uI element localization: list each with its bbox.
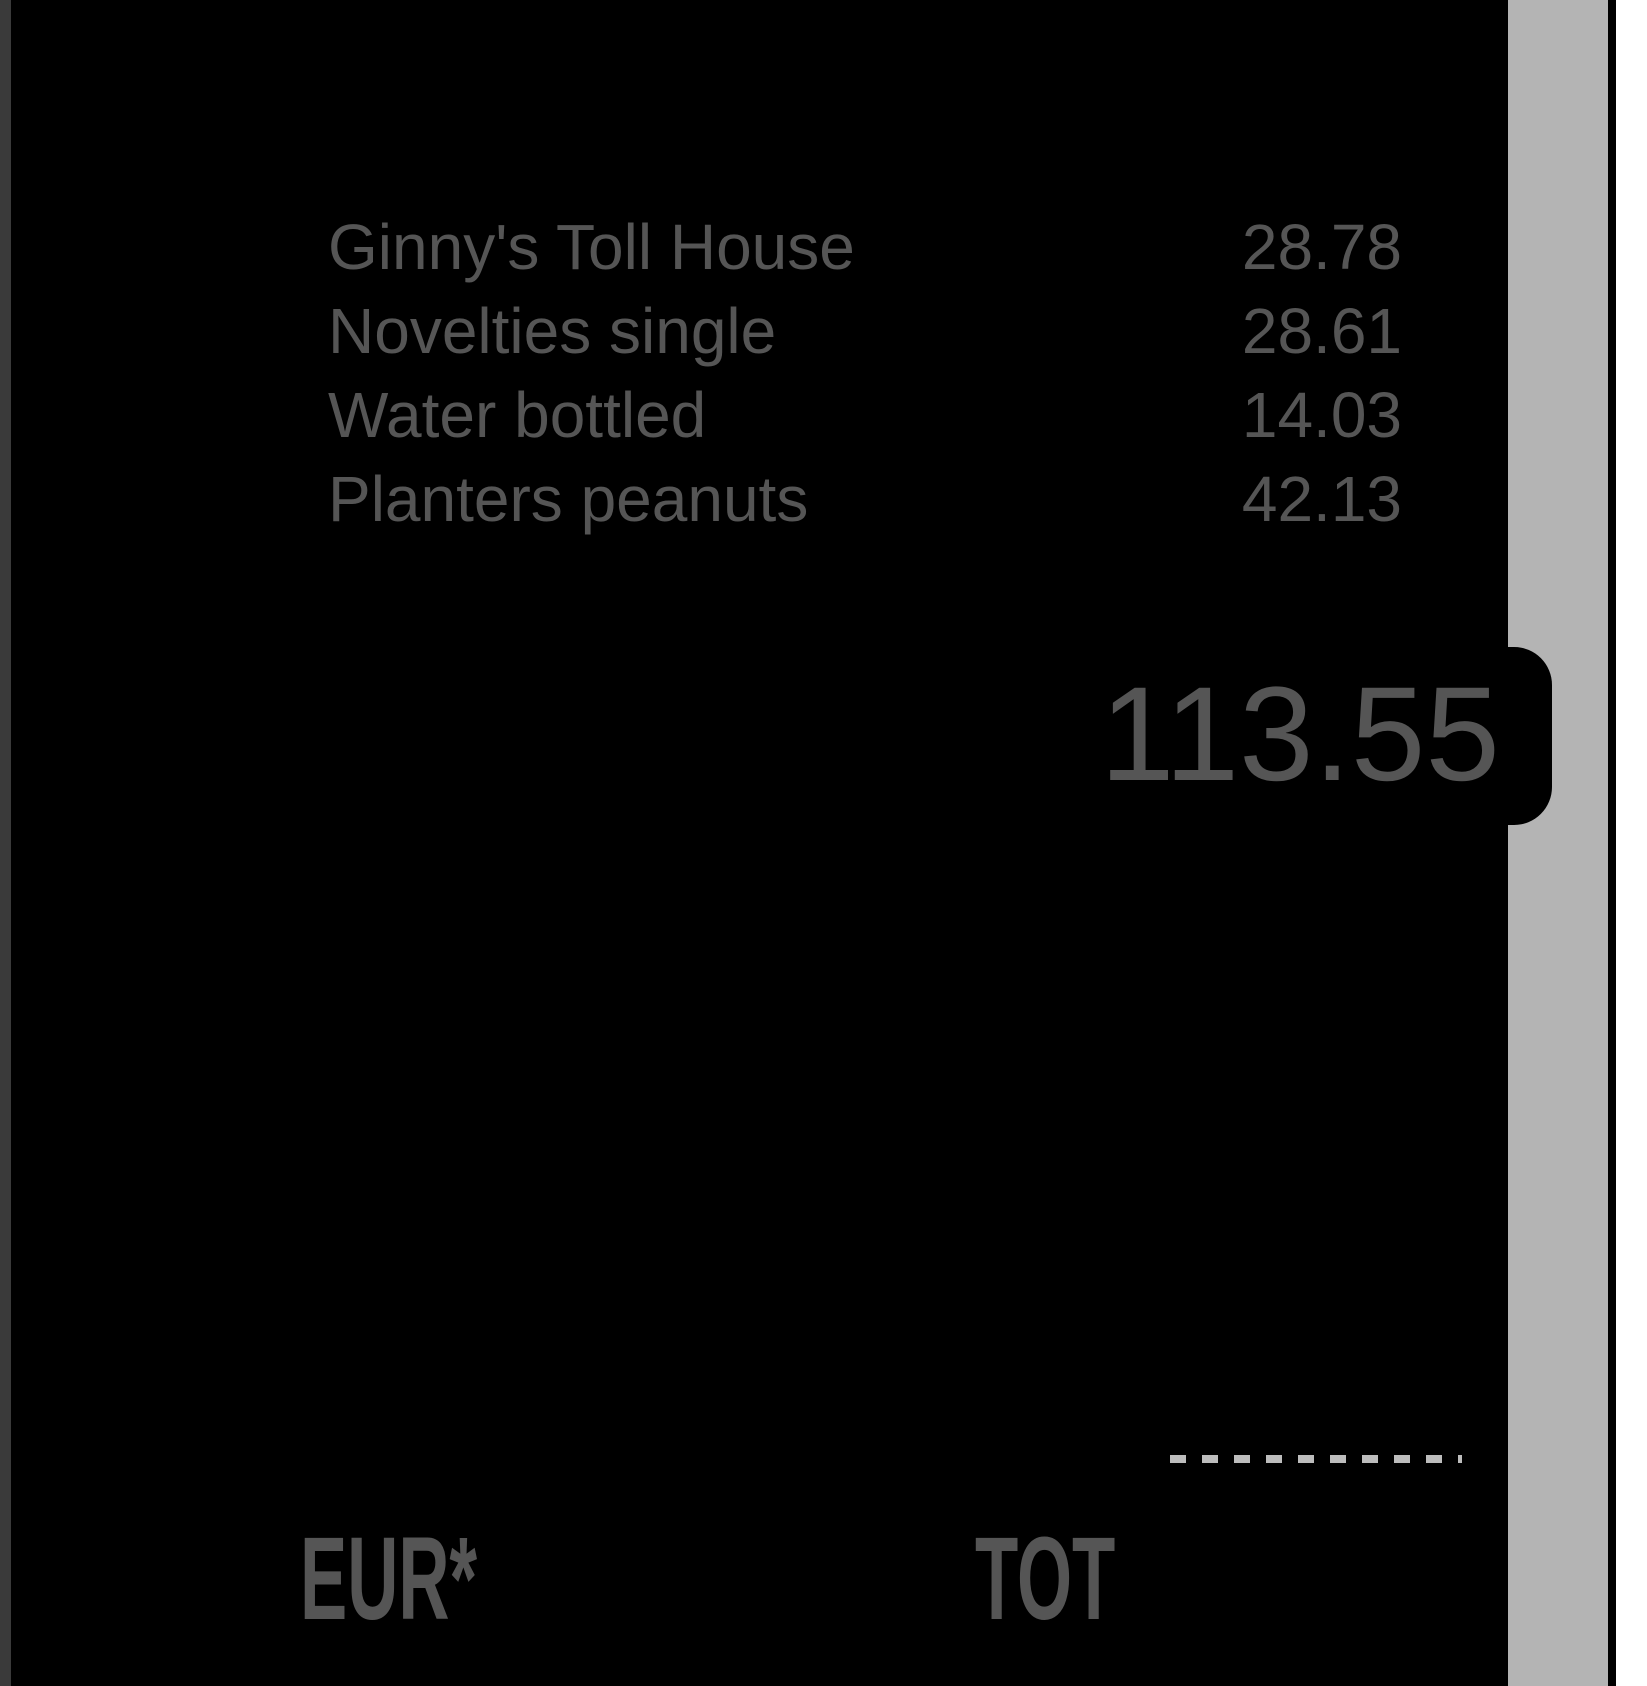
list-item: Planters peanuts 42.13 xyxy=(328,457,1402,541)
currency-label: EUR* xyxy=(300,1513,478,1645)
item-name: Planters peanuts xyxy=(328,463,809,535)
receipt-page: Ginny's Toll House 28.78 Novelties singl… xyxy=(0,0,1647,1686)
left-edge xyxy=(0,0,11,1686)
paper-edge-shadow xyxy=(1608,0,1616,1686)
item-name: Water bottled xyxy=(328,379,707,451)
item-price: 14.03 xyxy=(1241,379,1402,451)
total-label: TOT xyxy=(975,1513,1116,1645)
right-edge xyxy=(1616,0,1647,1686)
list-item: Ginny's Toll House 28.78 xyxy=(328,205,1402,289)
list-item: Novelties single 28.61 xyxy=(328,289,1402,373)
total-amount: 113.55 xyxy=(1100,660,1500,809)
item-name: Novelties single xyxy=(328,295,777,367)
paper-edge-strip xyxy=(1508,0,1608,1686)
item-price: 28.61 xyxy=(1241,295,1402,367)
dashed-divider xyxy=(1170,1455,1462,1463)
item-price: 42.13 xyxy=(1241,463,1402,535)
item-name: Ginny's Toll House xyxy=(328,211,855,283)
list-item: Water bottled 14.03 xyxy=(328,373,1402,457)
item-list: Ginny's Toll House 28.78 Novelties singl… xyxy=(328,205,1402,541)
item-price: 28.78 xyxy=(1241,211,1402,283)
